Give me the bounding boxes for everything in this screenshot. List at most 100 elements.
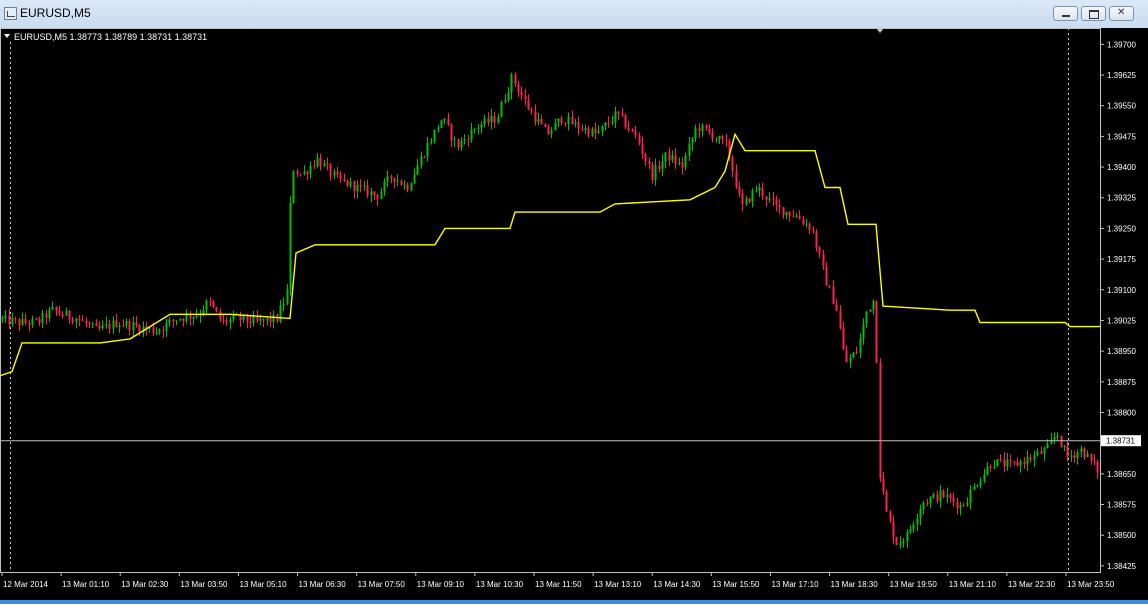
candle-body xyxy=(912,524,915,530)
candle-body xyxy=(1009,459,1012,462)
time-tick-label: 13 Mar 22:30 xyxy=(1008,580,1056,589)
candle-body xyxy=(8,315,11,325)
candle-body xyxy=(772,198,775,200)
candle-body xyxy=(101,325,104,329)
candle-body xyxy=(607,122,610,124)
candle-body xyxy=(745,198,748,205)
candle-body xyxy=(842,328,845,350)
candle-body xyxy=(192,316,195,319)
candle-body xyxy=(614,111,617,122)
candle-body xyxy=(473,128,476,130)
price-axis[interactable]: 1.39700 1.39625 1.39550 1.39475 1.39400 1.393… xyxy=(1100,40,1136,571)
candle-body xyxy=(966,502,969,506)
candle-body xyxy=(51,306,54,310)
candle-body xyxy=(775,199,778,205)
candle-body xyxy=(61,314,64,316)
candle-body xyxy=(581,128,584,131)
candle-body xyxy=(634,130,637,136)
dropdown-triangle-icon[interactable] xyxy=(4,34,10,38)
candle-body xyxy=(735,171,738,188)
time-tick-label: 13 Mar 13:10 xyxy=(594,580,642,589)
candle-body xyxy=(339,174,342,179)
price-tick-label: 1.38425 xyxy=(1107,562,1136,571)
candle-body xyxy=(400,180,403,186)
price-tick-label: 1.39175 xyxy=(1107,255,1136,264)
candle-body xyxy=(996,459,999,467)
candle-body xyxy=(718,135,721,139)
candle-body xyxy=(946,494,949,498)
candle-body xyxy=(906,531,909,542)
candle-body xyxy=(678,162,681,165)
candle-body xyxy=(1066,446,1069,457)
candle-body xyxy=(256,316,259,321)
candlestick-chart[interactable]: EURUSD,M5 1.38773 1.38789 1.38731 1.3873… xyxy=(0,28,1148,600)
candle-body xyxy=(128,321,131,331)
candle-body xyxy=(738,187,741,194)
time-tick-label: 13 Mar 07:50 xyxy=(358,580,406,589)
candle-body xyxy=(949,494,952,498)
candle-body xyxy=(38,319,41,323)
time-tick-label: 13 Mar 14:30 xyxy=(653,580,701,589)
candle-body xyxy=(135,322,138,326)
candle-body xyxy=(1043,448,1046,454)
candle-body xyxy=(812,229,815,232)
candle-body xyxy=(376,194,379,199)
chart-window: EURUSD,M5 EURUSD,M5 1.38773 1.38789 1.38… xyxy=(0,0,1148,604)
candle-body xyxy=(604,122,607,127)
time-axis[interactable]: 12 Mar 2014 13 Mar 01:10 13 Mar 02:30 13 Ma… xyxy=(1,572,1115,589)
candle-body xyxy=(989,466,992,468)
candle-body xyxy=(855,352,858,354)
candle-body xyxy=(547,127,550,135)
candle-body xyxy=(691,138,694,144)
candles-layer xyxy=(1,72,1099,549)
candle-body xyxy=(889,511,892,522)
candle-body xyxy=(641,143,644,154)
candle-body xyxy=(68,310,71,319)
bottom-border xyxy=(0,600,1148,604)
candle-body xyxy=(450,124,453,141)
candle-body xyxy=(688,143,691,156)
candle-body xyxy=(18,319,21,326)
candle-body xyxy=(363,185,366,187)
maximize-button[interactable] xyxy=(1081,6,1106,21)
chart-shift-marker-icon[interactable] xyxy=(876,28,884,33)
candle-body xyxy=(477,127,480,129)
candle-body xyxy=(65,310,68,316)
candle-body xyxy=(1056,435,1059,438)
time-tick-label: 13 Mar 06:30 xyxy=(299,580,347,589)
candle-body xyxy=(75,318,78,323)
candle-body xyxy=(611,121,614,124)
candle-body xyxy=(962,504,965,506)
candle-body xyxy=(916,518,919,525)
candle-body xyxy=(497,116,500,123)
candle-body xyxy=(333,171,336,176)
candle-body xyxy=(202,310,205,314)
candle-body xyxy=(48,309,51,319)
candle-body xyxy=(822,253,825,266)
candle-body xyxy=(785,211,788,216)
candle-body xyxy=(115,320,118,328)
price-chart-area[interactable]: EURUSD,M5 1.38773 1.38789 1.38731 1.3873… xyxy=(0,28,1148,600)
candle-body xyxy=(209,301,212,303)
candle-body xyxy=(346,180,349,187)
close-button[interactable] xyxy=(1109,6,1134,21)
candle-body xyxy=(158,330,161,333)
candle-body xyxy=(514,74,517,84)
candle-body xyxy=(262,318,265,321)
candle-body xyxy=(895,537,898,546)
candle-body xyxy=(956,501,959,509)
minimize-button[interactable] xyxy=(1053,6,1078,21)
title-bar[interactable]: EURUSD,M5 xyxy=(0,0,1148,29)
candle-body xyxy=(21,318,24,326)
candle-body xyxy=(711,131,714,140)
candle-body xyxy=(644,153,647,162)
candle-body xyxy=(1019,461,1022,466)
candle-body xyxy=(423,156,426,158)
time-tick-label: 13 Mar 21:10 xyxy=(949,580,997,589)
candle-body xyxy=(490,115,493,123)
candle-body xyxy=(694,128,697,139)
candle-body xyxy=(768,198,771,200)
candle-body xyxy=(1076,452,1079,458)
candle-body xyxy=(426,143,429,157)
candle-body xyxy=(1013,461,1016,463)
